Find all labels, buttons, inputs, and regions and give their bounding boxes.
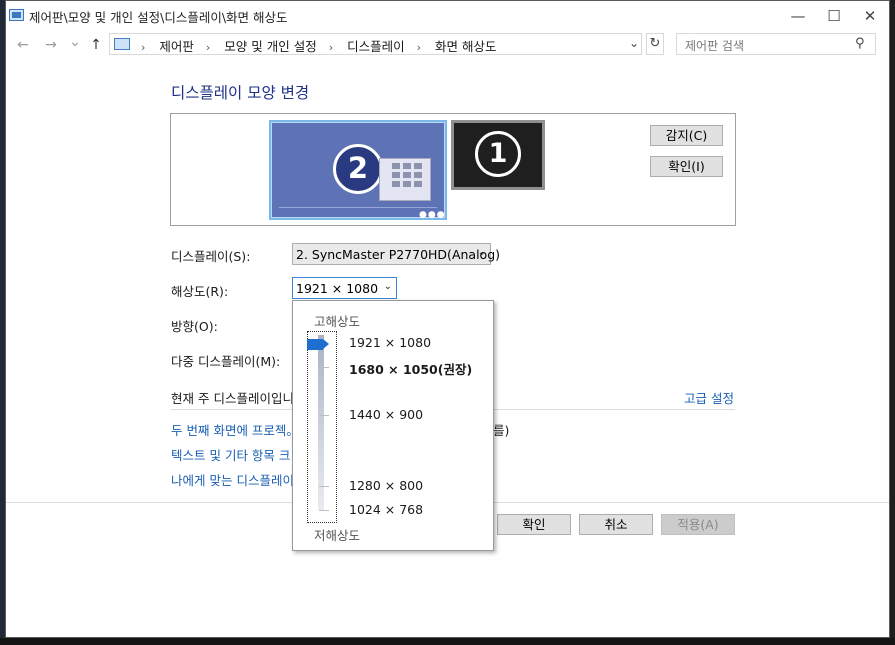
breadcrumb-item[interactable]: 디스플레이: [347, 39, 405, 54]
recent-locations-button[interactable]: ⌄: [66, 34, 84, 50]
minimize-button[interactable]: —: [780, 3, 816, 29]
resolution-label: 해상도(R):: [171, 284, 229, 299]
control-panel-window: 제어판\모양 및 개인 설정\디스플레이\화면 해상도 — ☐ ✕ ← → ⌄ …: [5, 0, 890, 638]
page-title: 디스플레이 모양 변경: [171, 84, 310, 102]
resolution-select-value: 1921 × 1080: [296, 281, 379, 296]
high-resolution-label: 고해상도: [314, 314, 361, 329]
resolution-option-recommended[interactable]: 1680 × 1050(권장): [349, 359, 472, 378]
identify-button[interactable]: 확인(I): [650, 156, 723, 177]
chevron-down-icon: ⌄: [383, 281, 392, 292]
resolution-dropdown: 고해상도 1921 × 1080 1680 × 1050(권장) 1440 × …: [292, 300, 494, 551]
search-placeholder: 제어판 검색: [685, 39, 745, 53]
chevron-down-icon: ⌄: [477, 247, 486, 258]
resolution-option[interactable]: 1024 × 768: [349, 502, 423, 517]
resolution-option[interactable]: 1921 × 1080: [349, 335, 431, 350]
slider-thumb-icon[interactable]: [307, 339, 329, 350]
monitor-arrangement: 2 ●●● 1 감지(C) 확인(I): [170, 113, 736, 226]
maximize-button[interactable]: ☐: [816, 3, 852, 29]
slider-tick: [319, 367, 329, 368]
desktop-background-right: [890, 0, 895, 645]
breadcrumb-separator: ›: [205, 41, 211, 54]
breadcrumb-item[interactable]: 제어판: [159, 39, 194, 54]
monitor-2-number: 2: [333, 144, 383, 194]
breadcrumb-separator: ›: [328, 41, 334, 54]
search-icon[interactable]: ⚲: [855, 36, 865, 51]
breadcrumb: › 제어판 › 모양 및 개인 설정 › 디스플레이 › 화면 해상도: [137, 36, 500, 55]
text-size-link[interactable]: 텍스트 및 기타 항목 크: [171, 445, 290, 464]
slider-track: [318, 335, 324, 510]
slider-tick: [319, 415, 329, 416]
cancel-button[interactable]: 취소: [579, 514, 653, 535]
start-screen-icon: [379, 158, 431, 201]
more-dots-icon: ●●●: [419, 210, 446, 220]
title-bar: 제어판\모양 및 개인 설정\디스플레이\화면 해상도 — ☐ ✕: [6, 1, 889, 31]
apply-button[interactable]: 적용(A): [661, 514, 735, 535]
chevron-down-icon[interactable]: ⌄: [629, 36, 639, 50]
ok-button[interactable]: 확인: [497, 514, 571, 535]
resolution-option[interactable]: 1440 × 900: [349, 407, 423, 422]
monitor-2[interactable]: 2 ●●●: [269, 120, 447, 220]
display-select[interactable]: 2. SyncMaster P2770HD(Analog) ⌄: [292, 243, 500, 265]
address-bar[interactable]: › 제어판 › 모양 및 개인 설정 › 디스플레이 › 화면 해상도 ⌄: [109, 33, 642, 55]
taskbar-line: [279, 207, 437, 208]
slider-tick: [319, 510, 329, 511]
breadcrumb-item[interactable]: 화면 해상도: [435, 39, 496, 54]
search-input[interactable]: 제어판 검색 ⚲: [676, 33, 876, 55]
slider-tick: [319, 486, 329, 487]
breadcrumb-separator: ›: [141, 41, 146, 54]
detect-button[interactable]: 감지(C): [650, 125, 723, 146]
monitor-1[interactable]: 1: [451, 120, 545, 190]
resolution-select[interactable]: 1921 × 1080 ⌄: [292, 277, 397, 299]
refresh-icon[interactable]: ↻: [646, 33, 664, 55]
breadcrumb-item[interactable]: 모양 및 개인 설정: [224, 39, 316, 54]
resolution-option[interactable]: 1280 × 800: [349, 478, 423, 493]
monitor-1-number: 1: [475, 131, 521, 177]
best-display-link[interactable]: 나에게 맞는 디스플레이: [171, 470, 294, 489]
advanced-settings-link[interactable]: 고급 설정: [684, 388, 734, 407]
computer-icon: [9, 9, 24, 21]
projector-link-tail: 를): [493, 423, 510, 438]
projector-link[interactable]: 두 번째 화면에 프로젝。: [171, 420, 299, 439]
main-display-text: 현재 주 디스플레이입니: [171, 391, 294, 406]
low-resolution-label: 저해상도: [314, 528, 361, 543]
computer-icon: [114, 38, 130, 50]
forward-button[interactable]: →: [42, 37, 60, 53]
display-select-value: 2. SyncMaster P2770HD(Analog): [296, 247, 501, 262]
back-button[interactable]: ←: [14, 37, 32, 53]
orientation-label: 방향(O):: [171, 319, 218, 334]
breadcrumb-separator: ›: [416, 41, 421, 54]
taskbar: [0, 638, 895, 645]
multi-display-label: 다중 디스플레이(M):: [171, 354, 281, 369]
close-button[interactable]: ✕: [852, 3, 888, 29]
window-title: 제어판\모양 및 개인 설정\디스플레이\화면 해상도: [29, 10, 288, 25]
up-button[interactable]: ↑: [87, 37, 105, 53]
display-label: 디스플레이(S):: [171, 249, 251, 264]
